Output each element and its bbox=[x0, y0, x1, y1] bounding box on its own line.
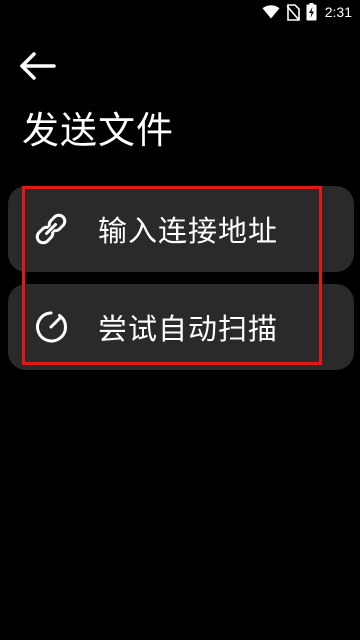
back-button[interactable] bbox=[18, 48, 62, 88]
battery-charging-icon bbox=[306, 3, 317, 21]
timer-scan-icon bbox=[32, 308, 70, 346]
enter-connection-address-button[interactable]: 输入连接地址 bbox=[8, 186, 354, 272]
enter-connection-address-label: 输入连接地址 bbox=[98, 214, 279, 248]
status-icons: 2:31 bbox=[262, 2, 352, 22]
no-sim-icon bbox=[286, 3, 300, 21]
try-auto-scan-label: 尝试自动扫描 bbox=[98, 312, 279, 346]
try-auto-scan-button[interactable]: 尝试自动扫描 bbox=[8, 284, 354, 370]
link-icon bbox=[32, 210, 70, 248]
status-time: 2:31 bbox=[324, 4, 352, 20]
arrow-left-icon bbox=[18, 51, 56, 85]
page-title: 发送文件 bbox=[22, 109, 174, 152]
wifi-icon bbox=[262, 5, 280, 19]
status-bar: 2:31 bbox=[0, 0, 360, 24]
